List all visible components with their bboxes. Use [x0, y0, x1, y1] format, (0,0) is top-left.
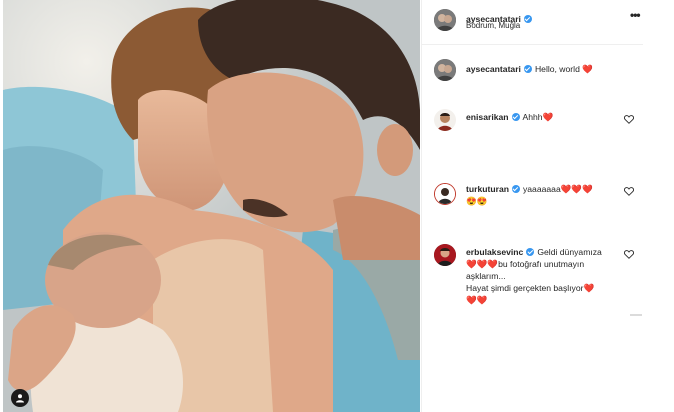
comment-text: Geldi dünyamıza [537, 247, 602, 257]
commenter-avatar[interactable] [434, 244, 456, 266]
instagram-post: aysecantatari Bodrum, Muğla ••• aysecant… [0, 0, 674, 412]
comment-username[interactable]: enisarikan [466, 112, 509, 122]
caption-text: Hello, world ❤️ [534, 64, 593, 74]
verified-badge-icon [523, 65, 532, 73]
comments-scroll-divider [630, 314, 642, 316]
comment-text-line: Hayat şimdi gerçekten başlıyor❤️ [466, 283, 595, 293]
comment-text-line: ❤️❤️ [466, 295, 488, 305]
verified-badge-icon [523, 15, 532, 23]
user-tag-icon[interactable] [11, 389, 29, 407]
caption: aysecantatari Hello, world ❤️ [466, 63, 626, 75]
comment-item: enisarikan Ahhh❤️ [466, 111, 626, 123]
more-options-icon[interactable]: ••• [630, 8, 641, 22]
comment-text: yaaaaaaa❤️❤️❤️ [522, 184, 593, 194]
caption-avatar[interactable] [434, 59, 456, 81]
comment-text-line: 😍😍 [466, 196, 488, 206]
photo-illustration [3, 0, 420, 412]
comment-username[interactable]: turkuturan [466, 184, 509, 194]
post-side-panel: aysecantatari Bodrum, Muğla ••• aysecant… [421, 0, 644, 412]
heart-outline-icon[interactable] [624, 250, 634, 259]
verified-badge-icon [526, 248, 535, 256]
commenter-avatar[interactable] [434, 183, 456, 205]
author-avatar[interactable] [434, 9, 456, 31]
post-location[interactable]: Bodrum, Muğla [466, 21, 520, 30]
comment-text-line: aşklarım... [466, 271, 506, 281]
comment-item: erbulaksevinc Geldi dünyamıza ❤️❤️❤️bu fo… [466, 246, 626, 306]
verified-badge-icon [511, 113, 520, 121]
heart-outline-icon[interactable] [624, 187, 634, 196]
heart-outline-icon[interactable] [624, 115, 634, 124]
post-photo[interactable] [3, 0, 420, 412]
commenter-avatar[interactable] [434, 109, 456, 131]
comment-username[interactable]: erbulaksevinc [466, 247, 523, 257]
comment-text-line: ❤️❤️❤️bu fotoğrafı unutmayın [466, 259, 585, 269]
caption-username[interactable]: aysecantatari [466, 64, 521, 74]
verified-badge-icon [511, 185, 520, 193]
page-margin [643, 0, 674, 412]
post-header: aysecantatari Bodrum, Muğla ••• [422, 0, 644, 45]
comment-item: turkuturan yaaaaaaa❤️❤️❤️ 😍😍 [466, 183, 626, 207]
comment-text: Ahhh❤️ [522, 112, 554, 122]
